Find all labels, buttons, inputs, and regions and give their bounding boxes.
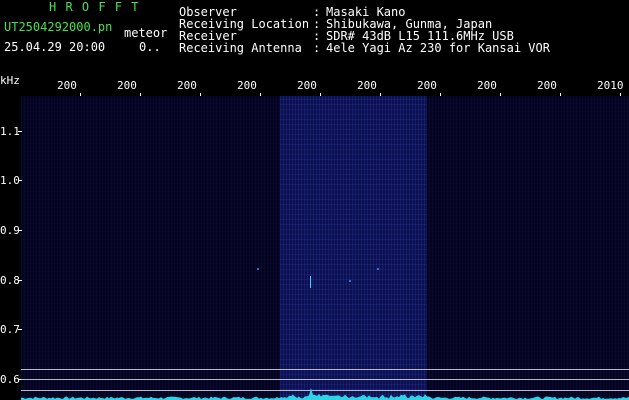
- y-axis-unit: kHz: [0, 74, 20, 87]
- x-tick-mark: [320, 93, 321, 96]
- spectrogram-plot: [21, 96, 629, 400]
- x-tick-label: 200: [237, 80, 257, 91]
- info-antenna-label: Receiving Antenna: [179, 41, 302, 55]
- app-title: H R O F F T: [49, 0, 140, 14]
- y-tick-mark: [18, 230, 22, 231]
- x-tick-label: 200: [417, 80, 437, 91]
- y-tick-label: 0.9: [0, 224, 20, 237]
- y-tick-label: 0.8: [0, 274, 20, 287]
- x-tick-mark: [80, 93, 81, 96]
- meteor-activity-band: [280, 96, 427, 400]
- spectrogram-window: H R O F F T UT2504292000.pn meteor 25.04…: [0, 0, 629, 400]
- filename-label: UT2504292000.pn: [4, 20, 113, 34]
- meteor-echo-trace: [310, 276, 311, 288]
- y-tick-label: 1.0: [0, 174, 20, 187]
- x-tick-label: 200: [357, 80, 377, 91]
- signal-level-fill: [21, 388, 629, 400]
- y-tick-mark: [18, 131, 22, 132]
- y-tick-mark: [18, 280, 22, 281]
- x-tick-label: 200: [297, 80, 317, 91]
- meteor-echo-dot: [377, 268, 379, 270]
- info-colon: :: [313, 41, 321, 55]
- reference-line: [21, 369, 629, 370]
- info-antenna-value: 4ele Yagi Az 230 for Kansai VOR: [326, 41, 550, 55]
- y-tick-label: 1.1: [0, 125, 20, 138]
- x-tick-mark: [380, 93, 381, 96]
- x-tick-mark: [200, 93, 201, 96]
- x-tick-label: 200: [177, 80, 197, 91]
- x-tick-label: 2010: [597, 80, 624, 91]
- meteor-echo-dot: [257, 268, 259, 270]
- datetime-label: 25.04.29 20:00: [4, 40, 106, 54]
- y-tick-mark: [18, 180, 22, 181]
- mode-label: meteor: [124, 26, 168, 40]
- y-tick-label: 0.7: [0, 323, 20, 336]
- x-tick-label: 200: [477, 80, 497, 91]
- y-tick-mark: [18, 329, 22, 330]
- counter-label: 0..: [139, 40, 161, 54]
- x-tick-mark: [440, 93, 441, 96]
- x-tick-mark: [560, 93, 561, 96]
- x-tick-label: 200: [57, 80, 77, 91]
- signal-level-trace: [21, 388, 629, 400]
- x-tick-label: 200: [537, 80, 557, 91]
- x-tick-mark: [140, 93, 141, 96]
- x-tick-label: 200: [117, 80, 137, 91]
- x-tick-mark: [260, 93, 261, 96]
- meteor-echo-dot: [349, 280, 351, 282]
- x-tick-mark: [500, 93, 501, 96]
- x-tick-mark: [620, 93, 621, 96]
